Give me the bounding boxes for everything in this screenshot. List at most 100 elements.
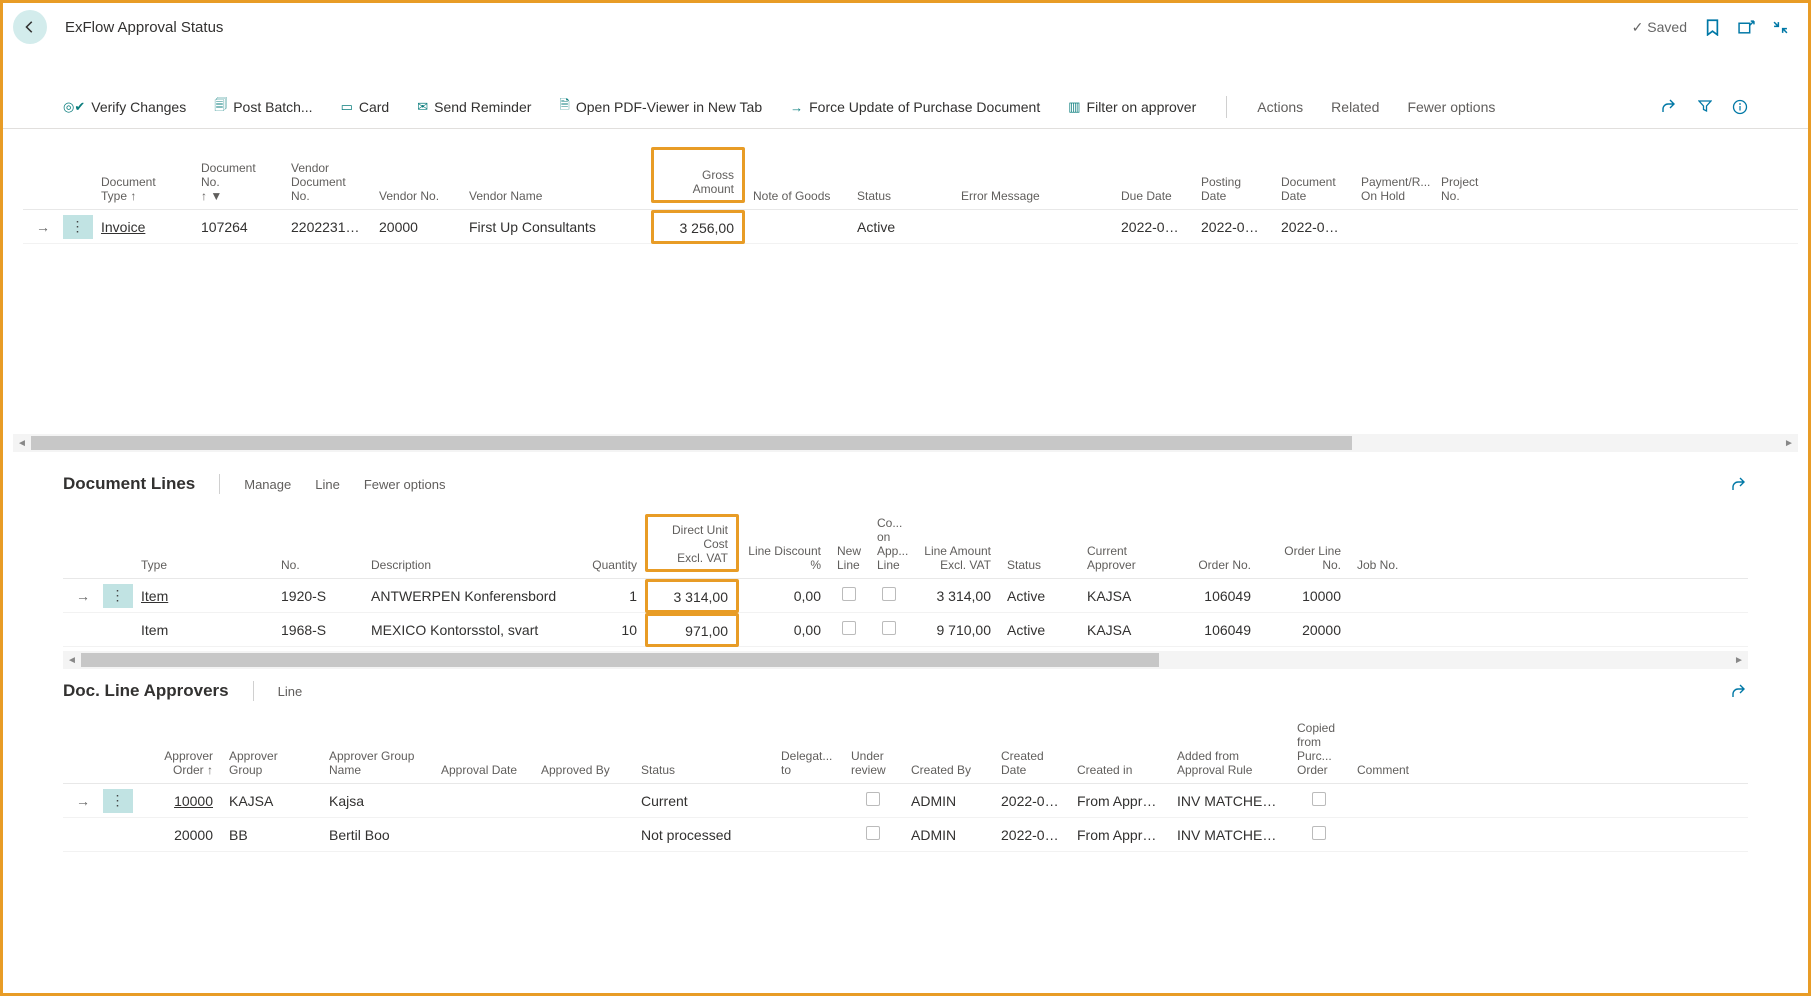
col-vendor-doc-no[interactable]: VendorDocumentNo. xyxy=(283,161,371,203)
share-lines-icon[interactable] xyxy=(1732,477,1748,491)
send-reminder-button[interactable]: ✉Send Reminder xyxy=(417,99,531,115)
col-lstatus[interactable]: Status xyxy=(999,558,1079,572)
col-doc-date[interactable]: DocumentDate xyxy=(1273,175,1353,203)
scrollbar-thumb[interactable] xyxy=(31,436,1352,450)
verify-changes-button[interactable]: ◎✔Verify Changes xyxy=(63,99,186,115)
col-vendor-no[interactable]: Vendor No. xyxy=(371,189,461,203)
col-under[interactable]: Underreview xyxy=(843,749,903,777)
row-menu-button[interactable]: ⋮ xyxy=(63,215,93,239)
col-comment[interactable]: Comment xyxy=(1349,763,1449,777)
fewer-options-lines[interactable]: Fewer options xyxy=(364,477,446,492)
approver-row[interactable]: 20000 BB Bertil Boo Not processed ADMIN … xyxy=(63,818,1748,852)
copied-cell[interactable] xyxy=(1289,792,1349,809)
h-scrollbar[interactable]: ◄ ► xyxy=(13,434,1798,452)
col-unit-cost[interactable]: Direct Unit CostExcl. VAT xyxy=(645,514,739,572)
doc-type-cell[interactable]: Invoice xyxy=(93,219,193,235)
scroll-left-icon[interactable]: ◄ xyxy=(13,438,31,449)
scroll-left-icon[interactable]: ◄ xyxy=(63,655,81,666)
col-added-rule[interactable]: Added fromApproval Rule xyxy=(1169,749,1289,777)
col-deleg[interactable]: Delegat...to xyxy=(773,749,843,777)
related-menu[interactable]: Related xyxy=(1331,99,1379,115)
copied-cell[interactable] xyxy=(1289,826,1349,843)
col-appr[interactable]: CurrentApprover xyxy=(1079,544,1169,572)
col-copied[interactable]: CopiedfromPurc...Order xyxy=(1289,721,1349,777)
approver-row[interactable]: → ⋮ 10000 KAJSA Kajsa Current ADMIN 2022… xyxy=(63,784,1748,818)
post-batch-button[interactable]: 🗐Post Batch... xyxy=(214,96,312,118)
col-status[interactable]: Status xyxy=(849,189,953,203)
col-project[interactable]: Project No. xyxy=(1433,175,1503,203)
col-appr-order[interactable]: ApproverOrder ↑ xyxy=(133,749,221,777)
col-error[interactable]: Error Message xyxy=(953,189,1113,203)
col-posting[interactable]: Posting Date xyxy=(1193,175,1273,203)
col-doc-type[interactable]: DocumentType ↑ xyxy=(93,175,193,203)
scroll-right-icon[interactable]: ► xyxy=(1780,438,1798,449)
col-payment[interactable]: Payment/R...On Hold xyxy=(1353,175,1433,203)
manage-tab[interactable]: Manage xyxy=(244,477,291,492)
filter-approver-button[interactable]: ▥Filter on approver xyxy=(1068,99,1196,115)
col-disc[interactable]: Line Discount % xyxy=(739,544,829,572)
col-ordno[interactable]: Order No. xyxy=(1169,558,1259,572)
grpname-cell: Kajsa xyxy=(321,793,433,809)
under-cell[interactable] xyxy=(843,792,903,809)
col-appr-group-name[interactable]: Approver GroupName xyxy=(321,749,433,777)
open-pdf-button[interactable]: 🗎Open PDF-Viewer in New Tab xyxy=(559,96,762,118)
type-cell[interactable]: Item xyxy=(133,588,273,604)
newline-cell[interactable] xyxy=(829,621,869,638)
row-menu-button[interactable]: ⋮ xyxy=(103,584,133,608)
newline-cell[interactable] xyxy=(829,587,869,604)
col-created-in[interactable]: Created in xyxy=(1069,763,1169,777)
co-cell[interactable] xyxy=(869,621,909,638)
col-new[interactable]: NewLine xyxy=(829,544,869,572)
under-cell[interactable] xyxy=(843,826,903,843)
share-approvers-icon[interactable] xyxy=(1732,684,1748,698)
row-menu-button[interactable]: ⋮ xyxy=(103,789,133,813)
line-row[interactable]: Item 1968-S MEXICO Kontorsstol, svart 10… xyxy=(63,613,1748,647)
approvers-line-tab[interactable]: Line xyxy=(278,684,303,699)
bookmark-icon[interactable] xyxy=(1705,19,1720,36)
col-app-date[interactable]: Approval Date xyxy=(433,763,533,777)
line-row[interactable]: → ⋮ Item 1920-S ANTWERPEN Konferensbord … xyxy=(63,579,1748,613)
scrollbar-thumb[interactable] xyxy=(81,653,1159,667)
col-type[interactable]: Type xyxy=(133,558,273,572)
col-gross-amount[interactable]: Gross Amount xyxy=(651,147,745,203)
col-desc[interactable]: Description xyxy=(363,558,583,572)
fewer-options[interactable]: Fewer options xyxy=(1407,99,1495,115)
col-job[interactable]: Job No. xyxy=(1349,558,1419,572)
due-cell: 2022-02-28 xyxy=(1113,219,1193,235)
popout-icon[interactable] xyxy=(1738,20,1755,35)
scroll-right-icon[interactable]: ► xyxy=(1730,655,1748,666)
order-cell[interactable]: 10000 xyxy=(133,793,221,809)
col-no[interactable]: No. xyxy=(273,558,363,572)
col-appr-group[interactable]: Approver Group xyxy=(221,749,321,777)
co-cell[interactable] xyxy=(869,587,909,604)
col-ordlineno[interactable]: Order Line No. xyxy=(1259,544,1349,572)
col-note[interactable]: Note of Goods xyxy=(745,189,849,203)
cdate-cell: 2022-02-... xyxy=(993,793,1069,809)
card-button[interactable]: ▭Card xyxy=(341,99,390,115)
lines-scrollbar[interactable]: ◄ ► xyxy=(63,651,1748,669)
share-icon[interactable] xyxy=(1662,99,1678,115)
collapse-icon[interactable] xyxy=(1773,20,1788,35)
filter-icon[interactable] xyxy=(1698,99,1712,115)
status-cell: Active xyxy=(849,219,953,235)
grp-cell: KAJSA xyxy=(221,793,321,809)
col-created-date[interactable]: CreatedDate xyxy=(993,749,1069,777)
info-icon[interactable] xyxy=(1732,99,1748,115)
col-created-by[interactable]: Created By xyxy=(903,763,993,777)
col-due[interactable]: Due Date xyxy=(1113,189,1193,203)
vendor-no-cell: 20000 xyxy=(371,219,461,235)
force-update-button[interactable]: →Force Update of Purchase Document xyxy=(790,99,1040,115)
card-icon: ▭ xyxy=(341,99,353,115)
back-button[interactable] xyxy=(13,10,47,44)
lineamt-cell: 3 314,00 xyxy=(909,588,999,604)
actions-menu[interactable]: Actions xyxy=(1257,99,1303,115)
line-tab[interactable]: Line xyxy=(315,477,340,492)
col-vendor-name[interactable]: Vendor Name xyxy=(461,189,651,203)
col-app-by[interactable]: Approved By xyxy=(533,763,633,777)
col-lineamt[interactable]: Line AmountExcl. VAT xyxy=(909,544,999,572)
table-row[interactable]: → ⋮ Invoice 107264 2202231730 20000 Firs… xyxy=(23,210,1798,244)
col-co[interactable]: Co...onApp...Line xyxy=(869,516,909,572)
col-doc-no[interactable]: Document No.↑ ▼ xyxy=(193,161,283,203)
col-qty[interactable]: Quantity xyxy=(583,558,645,572)
col-app-status[interactable]: Status xyxy=(633,763,773,777)
